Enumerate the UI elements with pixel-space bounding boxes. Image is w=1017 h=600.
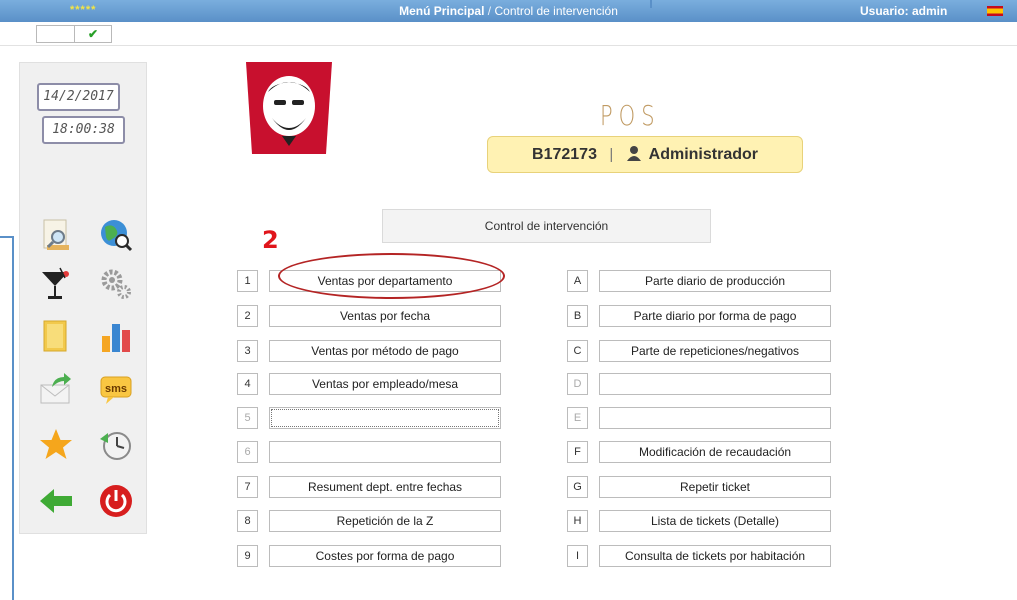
user-icon: [626, 139, 642, 161]
menu-button-4[interactable]: Ventas por empleado/mesa: [269, 373, 501, 395]
divider: [12, 236, 14, 600]
bar-chart-icon[interactable]: [98, 318, 134, 354]
breadcrumb-root[interactable]: Menú Principal: [399, 4, 484, 18]
menu-button-g[interactable]: Repetir ticket: [599, 476, 831, 498]
search-document-icon[interactable]: [38, 217, 74, 253]
menu-key-2: 2: [237, 305, 258, 327]
menu-button-8[interactable]: Repetición de la Z: [269, 510, 501, 532]
pos-title: POS: [600, 99, 661, 132]
menu-button-9[interactable]: Costes por forma de pago: [269, 545, 501, 567]
gears-icon[interactable]: [98, 266, 134, 302]
cocktail-icon[interactable]: [38, 266, 74, 302]
sms-label: sms: [105, 383, 127, 395]
user-label: Usuario: admin: [860, 4, 948, 18]
toggle-control[interactable]: ✔: [36, 25, 112, 43]
menu-key-8: 8: [237, 510, 258, 532]
annotation-number: 2: [262, 226, 279, 254]
menu-key-1: 1: [237, 270, 258, 292]
globe-search-icon[interactable]: [98, 217, 134, 253]
star-icon[interactable]: [38, 427, 74, 463]
menu-key-4: 4: [237, 373, 258, 395]
menu-key-9: 9: [237, 545, 258, 567]
divider: [0, 45, 1017, 46]
power-icon[interactable]: [98, 483, 134, 519]
time-display: 18:00:38: [42, 116, 125, 144]
menu-key-6: 6: [237, 441, 258, 463]
date-display: 14/2/2017: [37, 83, 120, 111]
menu-key-3: 3: [237, 340, 258, 362]
menu-key-e: E: [567, 407, 588, 429]
divider: [650, 0, 652, 8]
breadcrumb-current: Control de intervención: [494, 4, 618, 18]
menu-button-f[interactable]: Modificación de recaudación: [599, 441, 831, 463]
spain-flag-icon[interactable]: [987, 6, 1003, 16]
breadcrumb-separator: /: [487, 4, 492, 18]
menu-button-1[interactable]: Ventas por departamento: [269, 270, 501, 292]
back-arrow-icon[interactable]: [38, 483, 74, 519]
menu-key-7: 7: [237, 476, 258, 498]
terminal-code: B172173: [532, 146, 597, 163]
menu-button-e: [599, 407, 831, 429]
check-icon[interactable]: ✔: [75, 26, 111, 42]
section-title: Control de intervención: [382, 209, 711, 243]
user-role: Administrador: [648, 146, 758, 163]
mail-forward-icon[interactable]: [38, 371, 74, 407]
document-icon[interactable]: [38, 318, 74, 354]
menu-key-b: B: [567, 305, 588, 327]
menu-button-b[interactable]: Parte diario por forma de pago: [599, 305, 831, 327]
menu-button-i[interactable]: Consulta de tickets por habitación: [599, 545, 831, 567]
menu-button-5: [269, 407, 501, 429]
clock-back-icon[interactable]: [98, 427, 134, 463]
menu-button-6: [269, 441, 501, 463]
separator: |: [609, 146, 614, 163]
toggle-off[interactable]: [37, 26, 75, 42]
menu-button-a[interactable]: Parte diario de producción: [599, 270, 831, 292]
menu-key-d: D: [567, 373, 588, 395]
menu-key-a: A: [567, 270, 588, 292]
menu-key-f: F: [567, 441, 588, 463]
sidebar: 14/2/2017 18:00:38 sms: [19, 62, 147, 534]
menu-key-5: 5: [237, 407, 258, 429]
menu-button-d: [599, 373, 831, 395]
menu-button-3[interactable]: Ventas por método de pago: [269, 340, 501, 362]
menu-key-g: G: [567, 476, 588, 498]
menu-button-2[interactable]: Ventas por fecha: [269, 305, 501, 327]
kfc-logo: [246, 62, 332, 154]
menu-button-7[interactable]: Resument dept. entre fechas: [269, 476, 501, 498]
session-badge: B172173 | Administrador: [487, 136, 803, 173]
sms-icon[interactable]: sms: [98, 371, 134, 407]
menu-key-c: C: [567, 340, 588, 362]
top-bar: ***** Menú Principal / Control de interv…: [0, 0, 1017, 22]
menu-button-c[interactable]: Parte de repeticiones/negativos: [599, 340, 831, 362]
menu-key-i: I: [567, 545, 588, 567]
menu-button-h[interactable]: Lista de tickets (Detalle): [599, 510, 831, 532]
menu-key-h: H: [567, 510, 588, 532]
